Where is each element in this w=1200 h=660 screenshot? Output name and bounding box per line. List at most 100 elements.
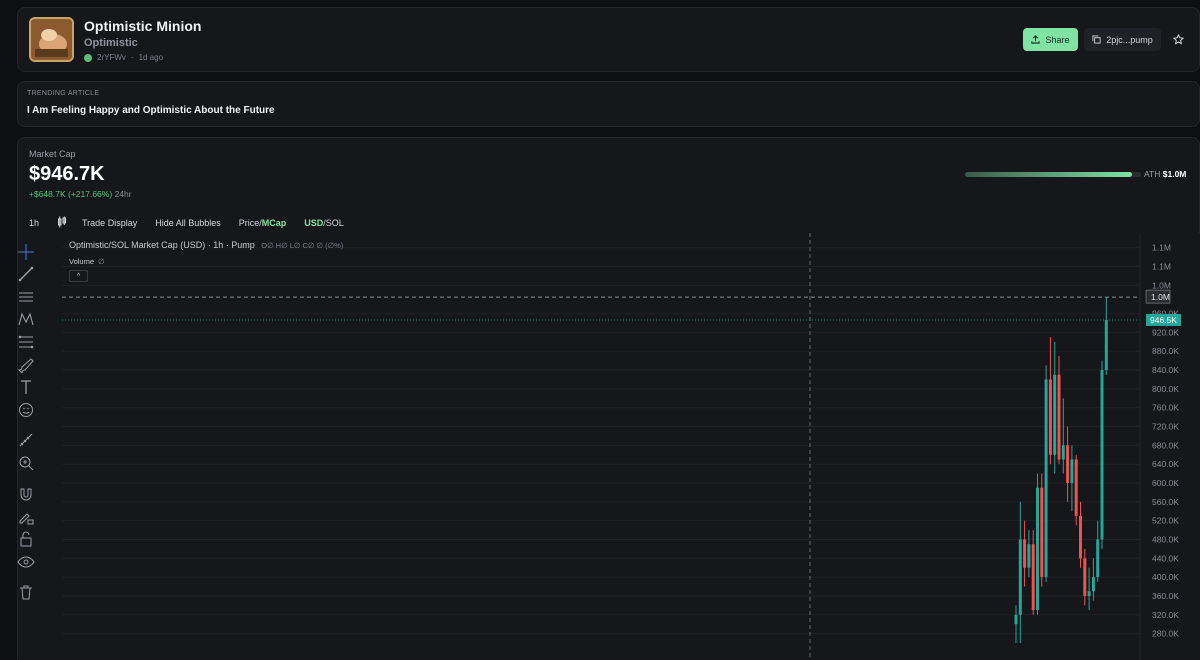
change-period: 24hr: [114, 189, 132, 199]
creator-avatar: [84, 53, 92, 62]
ruler-icon[interactable]: [17, 431, 35, 449]
candle-body: [1066, 445, 1070, 483]
candle-body: [1083, 558, 1087, 596]
price-chart[interactable]: 1.1M1.1M1.0M960.0K920.0K880.0K840.0K800.…: [62, 233, 1200, 660]
trending-label: TRENDING ARTICLE: [27, 90, 100, 97]
hide-bubbles-toggle[interactable]: Hide All Bubbles: [155, 218, 221, 228]
candle-body: [1018, 539, 1022, 615]
emoji-icon[interactable]: [17, 401, 35, 419]
y-tick-label: 640.0K: [1152, 459, 1179, 469]
candle-body: [1036, 487, 1039, 611]
favorite-button[interactable]: [1167, 28, 1189, 50]
candle-body: [1087, 591, 1091, 596]
candle-body: [1048, 379, 1052, 455]
volume-legend: Volume ∅: [69, 257, 105, 266]
candle-body: [1079, 515, 1082, 559]
volume-value: ∅: [98, 257, 105, 266]
upload-icon: [1031, 35, 1041, 44]
ath-progress-bar: [965, 172, 1141, 177]
brush-icon[interactable]: [17, 355, 35, 373]
article-title[interactable]: I Am Feeling Happy and Optimistic About …: [27, 105, 275, 116]
copy-icon: [1092, 35, 1101, 44]
candle-body: [1091, 577, 1095, 592]
ath-progress-fill: [965, 172, 1132, 177]
market-cap-value: $946.7K: [29, 163, 105, 185]
candle-body: [1031, 544, 1035, 611]
lock-drawing-icon[interactable]: [17, 508, 35, 526]
candle-body: [1070, 459, 1074, 483]
candle-body: [1027, 544, 1031, 568]
volume-label: Volume: [69, 257, 95, 266]
candle-body: [1023, 539, 1027, 568]
candle-body: [1014, 614, 1018, 625]
y-tick-label: 1.0M: [1152, 280, 1171, 290]
y-tick-label: 520.0K: [1152, 516, 1179, 526]
usd-label: USD: [304, 218, 324, 228]
fib-icon[interactable]: [17, 333, 35, 351]
pattern-icon[interactable]: [17, 310, 35, 328]
candle-body: [1104, 319, 1108, 371]
share-label: Share: [1045, 34, 1070, 45]
y-tick-label: 760.0K: [1152, 403, 1179, 413]
ohlc-values: O∅ H∅ L∅ C∅ ∅ (∅%): [261, 241, 344, 250]
candlestick-icon[interactable]: [57, 216, 67, 230]
trade-display-toggle[interactable]: Trade Display: [82, 218, 137, 228]
y-tick-label: 480.0K: [1152, 534, 1179, 544]
y-tick-label: 360.0K: [1152, 591, 1179, 601]
trend-line-icon[interactable]: [17, 265, 35, 283]
crosshair-icon[interactable]: [17, 243, 35, 261]
mcap-label: MCap: [261, 218, 287, 228]
y-tick-label: 1.1M: [1152, 243, 1171, 253]
y-tick-label: 800.0K: [1152, 384, 1179, 394]
lock-icon[interactable]: [17, 530, 35, 548]
y-tick-label: 880.0K: [1152, 346, 1179, 356]
candle-body: [1074, 459, 1078, 516]
candle-body: [1100, 370, 1104, 540]
price-mcap-toggle[interactable]: Price/MCap: [239, 218, 287, 228]
creator-address[interactable]: 2rYFWv: [97, 53, 126, 62]
creator-row: 2rYFWv · 1d ago: [84, 53, 163, 62]
chart-toolbar: 1h Trade Display Hide All Bubbles Price/…: [29, 215, 362, 231]
candle-body: [1096, 539, 1100, 578]
zoom-in-icon[interactable]: [17, 454, 35, 472]
eye-icon[interactable]: [17, 553, 35, 571]
ath-value: $1.0M: [1162, 169, 1187, 179]
collapse-legend-button[interactable]: ^: [69, 270, 88, 282]
coin-avatar: [29, 17, 74, 62]
sol-label: /SOL: [323, 218, 344, 228]
interval-selector[interactable]: 1h: [29, 218, 39, 228]
y-tick-label: 400.0K: [1152, 572, 1179, 582]
y-tick-label: 1.1M: [1152, 262, 1171, 272]
ath-label: ATH: [1144, 169, 1161, 179]
separator: ·: [130, 53, 134, 62]
share-button[interactable]: Share: [1023, 28, 1078, 51]
candle-body: [1057, 374, 1061, 460]
candle-body: [1053, 374, 1057, 455]
market-cap-label: Market Cap: [29, 149, 76, 159]
currency-toggle[interactable]: USD/SOL: [304, 218, 344, 228]
trending-article-card[interactable]: TRENDING ARTICLE I Am Feeling Happy and …: [17, 81, 1200, 127]
y-tick-label: 280.0K: [1152, 629, 1179, 639]
y-tick-label: 320.0K: [1152, 610, 1179, 620]
candle-body: [1061, 445, 1065, 460]
ath-text: ATH $1.0M: [1144, 169, 1186, 179]
y-tick-label: 560.0K: [1152, 497, 1179, 507]
price-label: Price/: [238, 218, 262, 228]
copy-address-button[interactable]: 2pjc...pump: [1084, 28, 1161, 51]
horizontal-lines-icon[interactable]: [17, 288, 35, 306]
text-icon[interactable]: [17, 378, 35, 396]
coin-header: Optimistic Minion Optimistic 2rYFWv · 1d…: [17, 7, 1200, 72]
chart-legend: Optimistic/SOL Market Cap (USD) · 1h · P…: [69, 240, 343, 250]
y-tick-label: 720.0K: [1152, 422, 1179, 432]
ath-marker-label: 1.0M: [1151, 292, 1170, 302]
market-cap-change: +$648.7K (+217.66%) 24hr: [29, 189, 132, 199]
candle-body: [1044, 379, 1048, 578]
current-price-label: 946.5K: [1150, 315, 1177, 325]
address-label: 2pjc...pump: [1106, 34, 1153, 45]
y-tick-label: 920.0K: [1152, 327, 1179, 337]
trash-icon[interactable]: [17, 583, 35, 601]
y-tick-label: 600.0K: [1152, 478, 1179, 488]
y-tick-label: 680.0K: [1152, 440, 1179, 450]
magnet-icon[interactable]: [17, 485, 35, 503]
coin-name: Optimistic Minion: [84, 18, 202, 34]
